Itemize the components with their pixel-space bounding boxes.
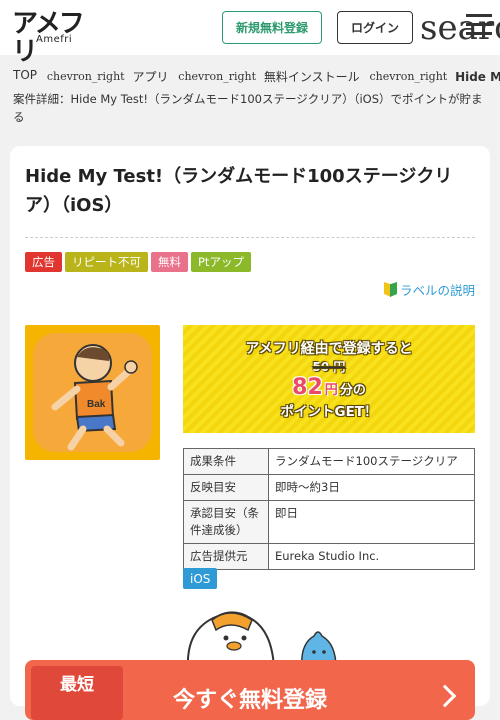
register-now-button[interactable]: 最短 今すぐ無料登録 (25, 660, 475, 720)
tag-no-repeat: リピート不可 (65, 252, 148, 272)
table-row: 承認目安（条件達成後） 即日 (183, 500, 475, 544)
logo-subtext: Amefri (36, 34, 73, 45)
promo-intro: アメフリ経由で登録すると (245, 341, 413, 357)
chevron-right-icon (433, 684, 457, 708)
conditions-table: 成果条件 ランダムモード100ステージクリア 反映目安 即時～約3日 承認目安（… (183, 448, 475, 570)
site-header: アメフリ Amefri 新規無料登録 ログイン search (0, 0, 500, 66)
breadcrumb-item-top[interactable]: TOP (13, 68, 37, 82)
hamburger-menu-icon[interactable] (466, 14, 492, 36)
condition-key: 成果条件 (183, 448, 269, 475)
condition-value: 即時～約3日 (268, 474, 475, 501)
table-row: 成果条件 ランダムモード100ステージクリア (183, 448, 475, 475)
cta-label: 今すぐ無料登録 (173, 688, 328, 713)
divider (25, 237, 475, 238)
page-title: Hide My Test!（ランダムモード100ステージクリア）（iOS） (25, 166, 453, 216)
mascot-illustration (186, 611, 337, 668)
chevron-right-icon: chevron_right (46, 70, 125, 83)
table-row: 広告提供元 Eureka Studio Inc. (183, 543, 475, 570)
condition-value: Eureka Studio Inc. (268, 543, 475, 570)
breadcrumb-item-apps[interactable]: アプリ (132, 68, 168, 85)
tag-list: 広告 リピート不可 無料 Ptアップ (25, 252, 251, 272)
cta-badge: 最短 (31, 666, 123, 720)
offer-card: Hide My Test!（ランダムモード100ステージクリア）（iOS） 広告… (10, 146, 490, 720)
os-badge: iOS (183, 568, 218, 589)
condition-key: 反映目安 (183, 474, 269, 501)
table-row: 反映目安 即時～約3日 (183, 474, 475, 501)
chevron-right-icon: chevron_right (178, 70, 257, 83)
promo-bun: 分の (339, 383, 366, 398)
cta-badge-text: 最短 (60, 675, 94, 695)
breadcrumb-item-free-install[interactable]: 無料インストール (264, 68, 360, 85)
register-button[interactable]: 新規無料登録 (222, 11, 322, 44)
tag-ad: 広告 (25, 252, 62, 272)
beginner-mark-icon (383, 282, 397, 297)
login-button[interactable]: ログイン (337, 11, 413, 44)
label-help-text: ラベルの説明 (399, 283, 475, 298)
chevron-right-icon: chevron_right (369, 70, 448, 83)
condition-key: 広告提供元 (183, 543, 269, 570)
promo-points-row: 82 円 分の (292, 375, 366, 400)
page-description: 案件詳細：Hide My Test!（ランダムモード100ステージクリア）（iO… (13, 92, 483, 124)
breadcrumb: TOP chevron_right アプリ chevron_right 無料イン… (13, 68, 500, 88)
promo-points: 82 (292, 375, 323, 400)
point-promo-banner: アメフリ経由で登録すると 50 円 82 円 分の ポイントGET！ (183, 325, 475, 433)
promo-yen: 円 (324, 383, 338, 398)
amefri-logo[interactable]: アメフリ Amefri (12, 10, 98, 66)
promo-old-value: 50 円 (312, 360, 346, 374)
label-help-link[interactable]: ラベルの説明 (383, 280, 475, 299)
promo-get: ポイントGET！ (280, 404, 378, 420)
condition-value: ランダムモード100ステージクリア (268, 448, 475, 475)
tag-pt-up: Ptアップ (191, 252, 251, 272)
app-icon: Bak (25, 325, 160, 460)
tag-free: 無料 (151, 252, 188, 272)
condition-value: 即日 (268, 500, 475, 544)
breadcrumb-item-current: Hide My Test!（ランダムモード100ステージクリア）（iOS） (455, 70, 500, 84)
condition-key: 承認目安（条件達成後） (183, 500, 269, 544)
app-icon-shirt-text: Bak (87, 399, 106, 410)
